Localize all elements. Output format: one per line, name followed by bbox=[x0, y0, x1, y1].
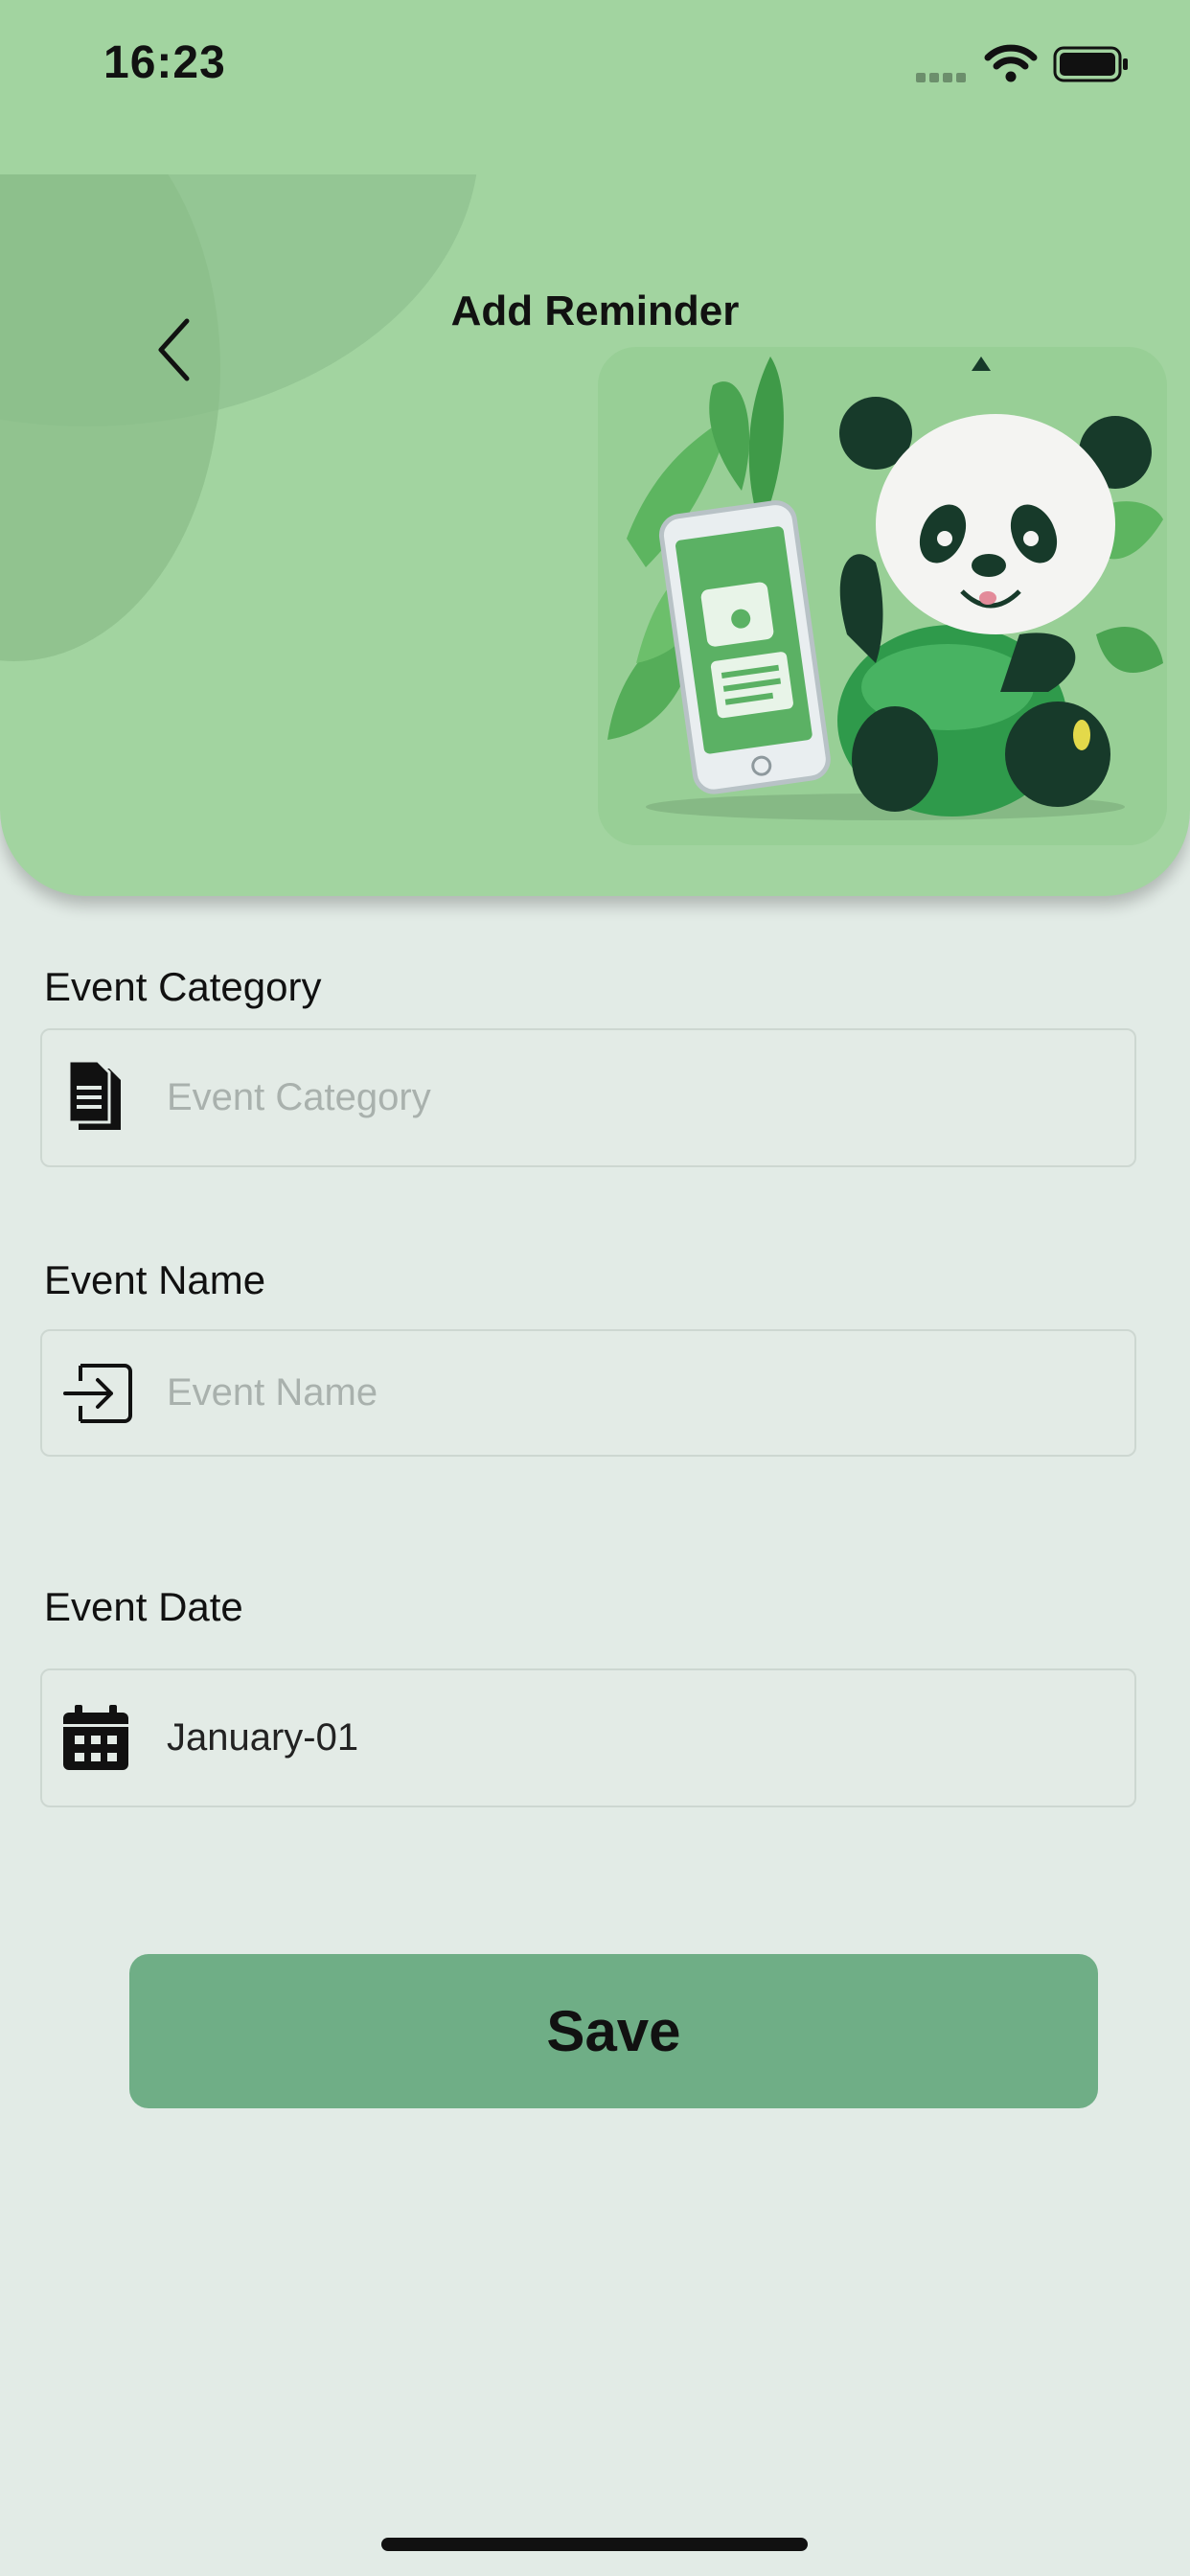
calendar-icon bbox=[63, 1705, 128, 1770]
panda-phone-illustration bbox=[598, 347, 1167, 845]
event-name-input[interactable]: Event Name bbox=[167, 1371, 378, 1414]
battery-icon bbox=[1053, 46, 1128, 82]
signal-icon bbox=[916, 70, 970, 87]
status-bar: 16:23 bbox=[0, 0, 1190, 174]
home-indicator bbox=[381, 2538, 808, 2551]
status-time: 16:23 bbox=[103, 37, 226, 88]
event-name-label: Event Name bbox=[44, 1257, 266, 1302]
save-button[interactable]: Save bbox=[129, 1954, 1098, 2108]
event-category-label: Event Category bbox=[44, 964, 322, 1009]
header: 16:23 Add Reminder bbox=[0, 0, 1190, 896]
login-icon bbox=[63, 1364, 132, 1423]
document-icon bbox=[67, 1059, 121, 1130]
event-date-value[interactable]: January-01 bbox=[167, 1716, 358, 1760]
event-date-field[interactable]: January-01 bbox=[40, 1668, 1136, 1807]
event-category-field[interactable]: Event Category bbox=[40, 1028, 1136, 1167]
wifi-icon bbox=[984, 44, 1038, 82]
event-name-field[interactable]: Event Name bbox=[40, 1329, 1136, 1457]
event-date-label: Event Date bbox=[44, 1584, 243, 1629]
page-title: Add Reminder bbox=[450, 288, 740, 334]
event-category-input[interactable]: Event Category bbox=[167, 1076, 431, 1119]
